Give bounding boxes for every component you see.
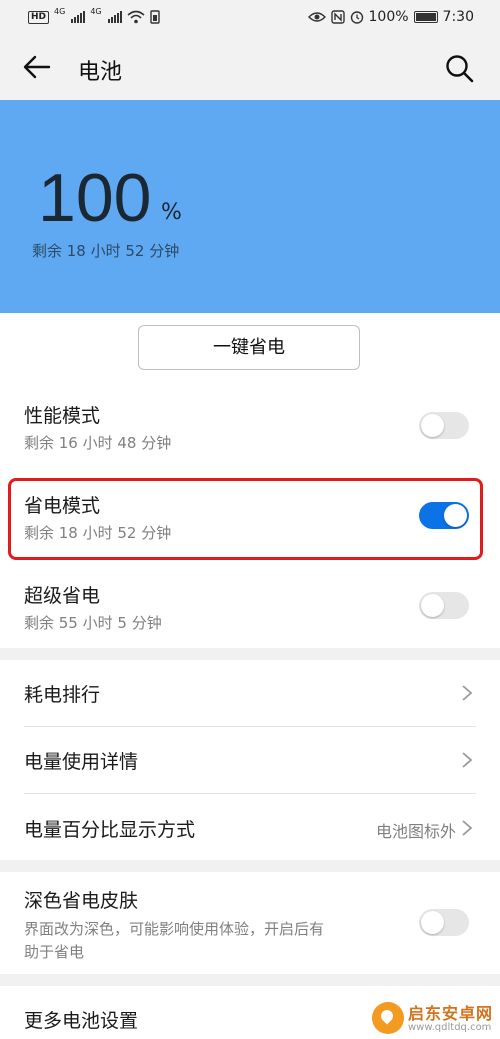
dark-skin-title: 深色省电皮肤: [24, 890, 139, 912]
super-power-save-subtitle: 剩余 55 小时 5 分钟: [24, 614, 162, 632]
network-type-2: 4G: [90, 6, 102, 16]
nfc-icon: [330, 10, 345, 24]
dark-skin-toggle[interactable]: [419, 909, 469, 936]
toggle-knob: [421, 911, 444, 934]
power-ranking-title: 耗电排行: [24, 684, 101, 706]
chevron-right-icon: [462, 752, 473, 768]
status-bar: HD 4G 4G 100% 7:30: [0, 0, 500, 34]
battery-hero-panel: 100 % 剩余 18 小时 52 分钟: [0, 100, 500, 313]
chevron-right-icon: [462, 820, 473, 836]
toggle-knob: [421, 414, 444, 437]
alarm-icon: [350, 11, 363, 24]
eye-icon: [307, 12, 326, 22]
watermark-name: 启东安卓网: [408, 1004, 494, 1023]
one-key-power-save-button[interactable]: 一键省电: [138, 325, 360, 370]
clock: 7:30: [442, 9, 474, 25]
network-type-1: 4G: [54, 6, 66, 16]
wifi-icon: [127, 10, 145, 24]
dark-skin-row[interactable]: 深色省电皮肤 界面改为深色，可能影响使用体验，开启后有 助于省电: [0, 872, 500, 972]
super-power-save-title: 超级省电: [24, 585, 101, 607]
signal-icon: [107, 11, 122, 23]
super-power-save-row[interactable]: 超级省电 剩余 55 小时 5 分钟: [0, 575, 500, 645]
power-usage-details-title: 电量使用详情: [24, 751, 139, 773]
back-arrow-icon[interactable]: [22, 52, 52, 82]
highlight-box: [8, 478, 483, 560]
status-bar-left: HD 4G 4G: [28, 6, 160, 24]
battery-percentage: 100: [38, 160, 152, 236]
more-battery-settings-title: 更多电池设置: [24, 1010, 139, 1032]
dark-skin-description-line2: 助于省电: [24, 943, 85, 961]
battery-icon: [413, 11, 438, 23]
watermark-url: www.qdltdq.com: [408, 1022, 492, 1033]
battery-percent: 100%: [368, 9, 409, 25]
search-icon[interactable]: [443, 52, 475, 84]
power-usage-details-row[interactable]: 电量使用详情: [0, 727, 500, 793]
super-power-save-toggle[interactable]: [419, 592, 469, 619]
section-divider: [0, 648, 500, 660]
percentage-display-value: 电池图标外: [375, 822, 456, 841]
status-bar-right: 100% 7:30: [307, 9, 474, 25]
performance-mode-toggle[interactable]: [419, 412, 469, 439]
percent-sign: %: [161, 200, 182, 225]
percentage-display-row[interactable]: 电量百分比显示方式 电池图标外: [0, 794, 500, 860]
page-title: 电池: [78, 60, 123, 85]
signal-icon: [71, 11, 86, 23]
performance-mode-subtitle: 剩余 16 小时 48 分钟: [24, 434, 172, 452]
hd-icon: HD: [28, 10, 50, 24]
app-header: 电池: [0, 34, 500, 100]
watermark-logo-icon: [372, 1002, 404, 1034]
dark-skin-description-line1: 界面改为深色，可能影响使用体验，开启后有: [24, 920, 325, 938]
sim-icon: [149, 10, 160, 24]
remaining-time: 剩余 18 小时 52 分钟: [32, 242, 180, 260]
site-watermark: 启东安卓网 www.qdltdq.com: [368, 998, 498, 1038]
percentage-display-title: 电量百分比显示方式: [24, 819, 196, 841]
power-ranking-row[interactable]: 耗电排行: [0, 660, 500, 726]
section-divider: [0, 860, 500, 872]
chevron-right-icon: [462, 685, 473, 701]
section-divider: [0, 974, 500, 986]
performance-mode-row[interactable]: 性能模式 剩余 16 小时 48 分钟: [0, 395, 500, 465]
toggle-knob: [421, 594, 444, 617]
performance-mode-title: 性能模式: [24, 405, 101, 427]
